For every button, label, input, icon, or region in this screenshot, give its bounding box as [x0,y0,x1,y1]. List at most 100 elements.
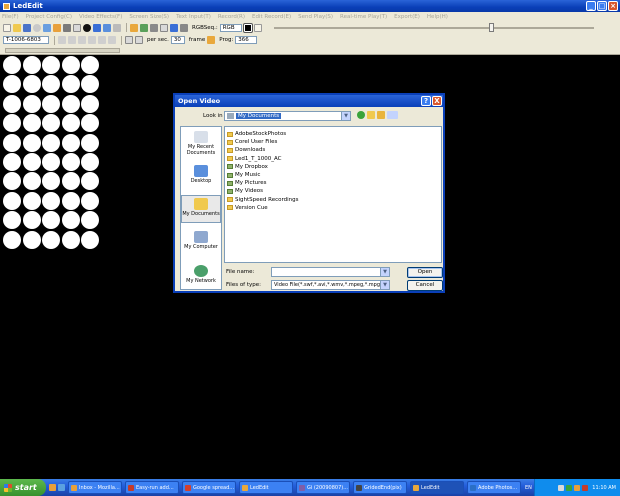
update-icon[interactable] [574,484,581,491]
device-id-field[interactable]: T-1006-6803 [3,36,49,44]
taskbar-button[interactable]: LedEdit [410,481,464,494]
place-my-network[interactable]: My Network [181,263,221,291]
taskbar-button[interactable]: LedEdit [239,481,293,494]
show-desktop-icon[interactable] [58,484,65,491]
record-icon[interactable] [53,23,61,32]
per-sec-input[interactable]: 30 [170,36,185,44]
minimize-button[interactable]: _ [586,1,596,11]
menu-item[interactable]: Video Effects(F) [79,14,122,20]
step-forward-icon[interactable] [98,36,106,44]
play-icon[interactable] [88,36,96,44]
stop-icon[interactable] [150,23,158,32]
menu-item[interactable]: Project Config(C) [26,14,72,20]
text-icon[interactable] [63,23,71,32]
app-title-bar: LedEdit _ □ × [0,0,620,12]
save-icon[interactable] [23,23,31,32]
maximize-button[interactable]: □ [597,1,607,11]
taskbar-button-label: Gi (20090807)... [307,484,348,491]
slider-thumb[interactable] [488,22,494,32]
color-swatch-icon[interactable] [242,22,253,33]
key-icon[interactable] [207,36,216,44]
taskbar-button[interactable]: Adobe Photos... [467,481,521,494]
grid-icon[interactable] [160,23,168,32]
list-item[interactable]: Version Cue [227,204,439,212]
security-icon[interactable] [566,484,573,491]
clock-icon[interactable] [113,23,121,32]
pause-icon[interactable] [78,36,86,44]
view-menu-icon[interactable] [387,111,398,119]
chevron-down-icon[interactable]: ▼ [380,268,389,276]
close-button[interactable]: × [608,1,618,11]
taskbar-button[interactable]: Gi (20090807)... [296,481,350,494]
image-icon[interactable] [103,23,111,32]
fast-forward-icon[interactable] [108,36,116,44]
network-icon[interactable] [558,484,565,491]
app-icon [299,484,305,491]
place-desktop[interactable]: Desktop [181,163,221,191]
look-in-select[interactable]: My Documents ▼ [224,111,351,121]
color-sequence-select[interactable]: RGB [219,23,242,32]
list-item[interactable]: My Music [227,171,439,179]
menu-item[interactable]: Edit Record(E) [252,14,291,20]
file-name-input[interactable]: ▼ [271,267,390,277]
language-indicator[interactable]: EN [525,485,532,491]
open-button[interactable]: Open [407,267,443,278]
list-item[interactable]: AdobeStockPhotos [227,130,439,138]
settings-icon[interactable] [33,23,41,32]
black-circle-icon[interactable] [83,23,91,32]
taskbar-button[interactable]: Easy-run add... [125,481,179,494]
play-icon[interactable] [140,23,148,32]
taskbar-button[interactable]: Google spread... [182,481,236,494]
menu-item[interactable]: Real-time Play(T) [340,14,387,20]
menu-item[interactable]: Record(R) [218,14,245,20]
list-item[interactable]: My Pictures [227,179,439,187]
list-item[interactable]: Corel User Files [227,138,439,146]
list-item[interactable]: Led1_T_1000_AC [227,155,439,163]
brightness-slider[interactable] [273,22,594,32]
menu-item[interactable]: Text Input(T) [176,14,211,20]
alert-icon[interactable] [582,484,589,491]
taskbar-button[interactable]: GridedEnd(pix) [353,481,407,494]
new-folder-icon[interactable] [377,111,385,119]
zoom-icon[interactable] [125,36,133,44]
taskbar-button[interactable]: Inbox - Mozilla... [68,481,122,494]
browser-icon[interactable] [49,484,56,491]
dialog-close-button[interactable]: X [432,96,442,106]
chevron-down-icon[interactable]: ▼ [341,112,350,120]
place-my-documents[interactable]: My Documents [181,195,221,223]
cancel-button[interactable]: Cancel [407,280,443,291]
back-icon[interactable] [357,111,365,119]
place-my-computer[interactable]: My Computer [181,229,221,257]
menu-item[interactable]: Send Play(S) [298,14,333,20]
step-back-icon[interactable] [68,36,76,44]
list-item[interactable]: My Videos [227,187,439,195]
list-item[interactable]: My Dropbox [227,163,439,171]
up-folder-icon[interactable] [367,111,375,119]
led-pixel [42,114,60,133]
tool-icon[interactable] [180,23,188,32]
my-computer-icon [194,231,208,243]
menu-item[interactable]: Export(E) [394,14,420,20]
place-label: My Computer [184,244,218,250]
menu-item[interactable]: Screen Size(S) [129,14,169,20]
layer-icon[interactable] [93,23,101,32]
help-button[interactable]: ? [421,96,431,106]
effect-icon[interactable] [130,23,138,32]
new-file-icon[interactable] [3,23,11,32]
start-button[interactable]: start [0,479,46,496]
rewind-icon[interactable] [58,36,66,44]
files-of-type-select[interactable]: Video File(*.swf,*.avi,*.wmv,*.mpeg,*.mp… [271,280,390,290]
prog-input[interactable]: 366 [235,36,258,44]
frame-icon[interactable] [73,23,81,32]
list-item[interactable]: Downloads [227,146,439,154]
open-folder-icon[interactable] [13,23,21,32]
fit-icon[interactable] [135,36,143,44]
list-item[interactable]: SightSpeed Recordings [227,196,439,204]
menu-item[interactable]: Help(H) [427,14,448,20]
place-recent-documents[interactable]: My Recent Documents [181,129,221,157]
chevron-down-icon[interactable]: ▼ [380,281,389,289]
screen-icon[interactable] [43,23,51,32]
export-icon[interactable] [170,23,178,32]
menu-item[interactable]: File(F) [2,14,19,20]
document-icon[interactable] [253,23,262,32]
